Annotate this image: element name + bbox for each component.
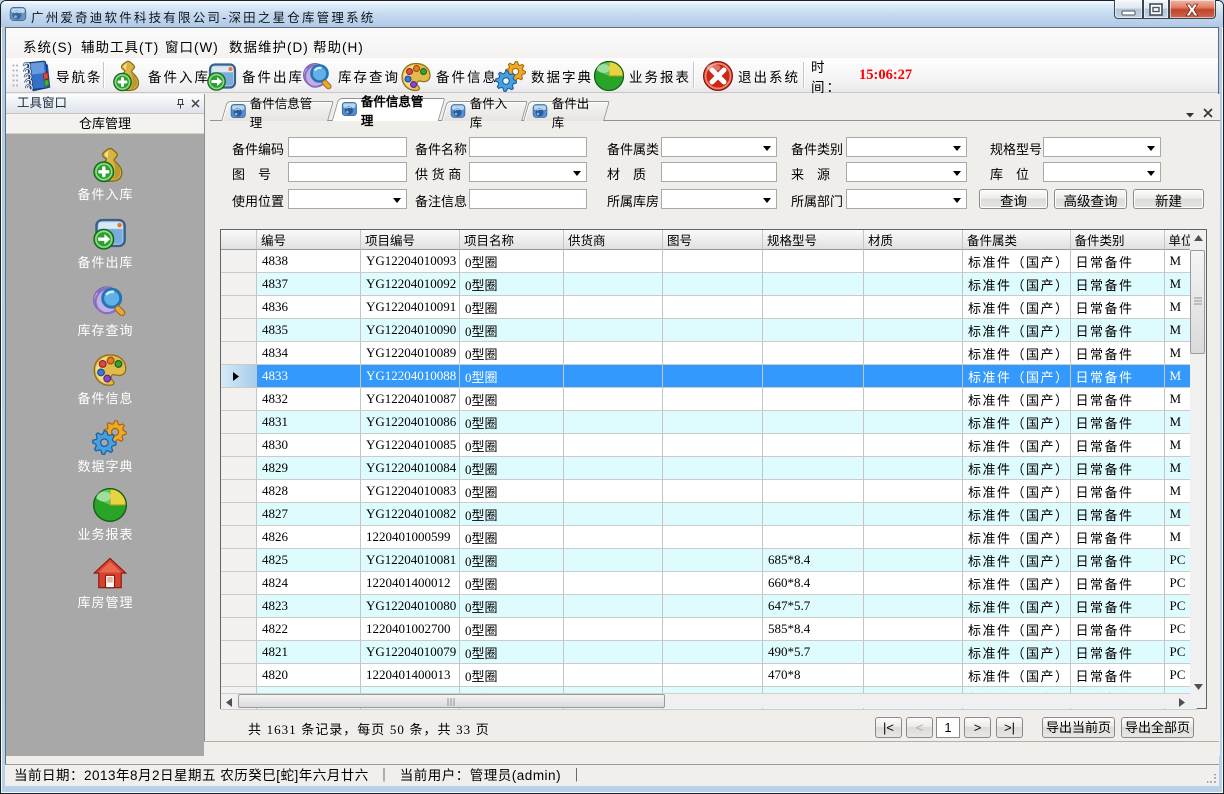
- svg-text:X: X: [1187, 3, 1198, 20]
